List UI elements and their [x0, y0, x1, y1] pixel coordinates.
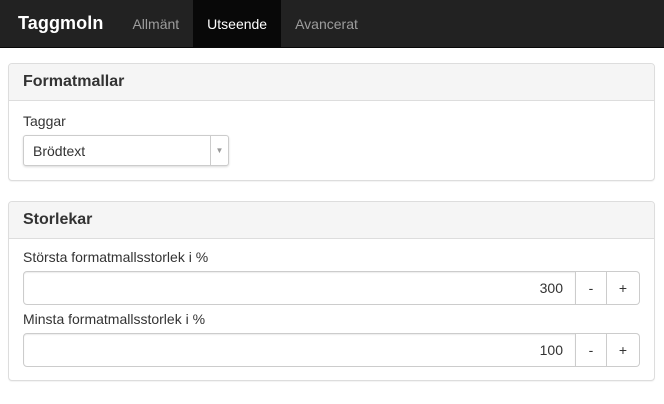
- tags-select-value: Brödtext: [33, 142, 86, 159]
- max-size-increment-button[interactable]: +: [607, 271, 640, 305]
- tab-advanced[interactable]: Avancerat: [281, 0, 372, 47]
- tags-label: Taggar: [23, 113, 66, 129]
- formats-panel-title: Formatmallar: [9, 64, 654, 101]
- main-content: Formatmallar Taggar Brödtext ▼ Storlekar…: [0, 48, 664, 381]
- navbar: Taggmoln Allmänt Utseende Avancerat: [0, 0, 664, 48]
- min-size-input[interactable]: 100: [23, 333, 576, 367]
- sizes-panel: Storlekar Största formatmallsstorlek i %…: [8, 201, 655, 381]
- max-size-stepper: 300 - +: [23, 271, 640, 305]
- sizes-panel-body: Största formatmallsstorlek i % 300 - + M…: [9, 239, 654, 380]
- tab-general[interactable]: Allmänt: [118, 0, 193, 47]
- app-brand[interactable]: Taggmoln: [0, 0, 118, 47]
- min-size-increment-button[interactable]: +: [607, 333, 640, 367]
- max-size-decrement-button[interactable]: -: [576, 271, 607, 305]
- min-size-decrement-button[interactable]: -: [576, 333, 607, 367]
- min-size-label: Minsta formatmallsstorlek i %: [23, 311, 206, 327]
- max-size-label: Största formatmallsstorlek i %: [23, 249, 209, 265]
- formats-panel: Formatmallar Taggar Brödtext ▼: [8, 63, 655, 181]
- tab-appearance[interactable]: Utseende: [193, 0, 282, 47]
- formats-panel-body: Taggar Brödtext ▼: [9, 101, 654, 180]
- chevron-down-icon[interactable]: ▼: [210, 136, 228, 165]
- max-size-input[interactable]: 300: [23, 271, 576, 305]
- min-size-stepper: 100 - +: [23, 333, 640, 367]
- tags-select[interactable]: Brödtext ▼: [23, 135, 229, 166]
- sizes-panel-title: Storlekar: [9, 202, 654, 239]
